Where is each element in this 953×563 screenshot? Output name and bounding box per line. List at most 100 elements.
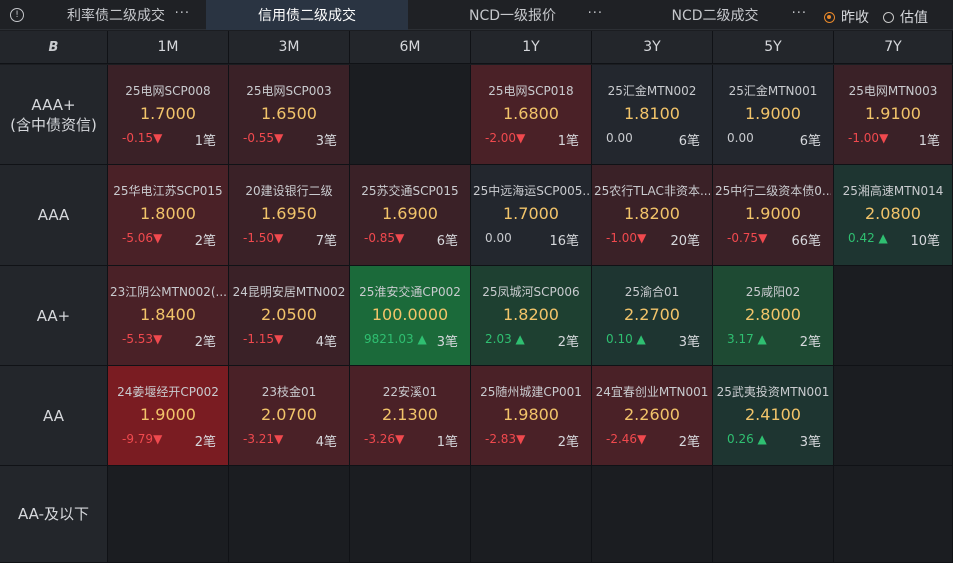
bond-yield: 1.6500: [261, 104, 317, 123]
bond-cell[interactable]: 25汇金MTN002 1.8100 0.00 6笔: [592, 65, 713, 165]
bond-cell[interactable]: 22安溪01 2.1300 -3.26▼ 1笔: [350, 366, 471, 466]
empty-cell: [713, 466, 834, 563]
yield-change: 0.00: [485, 231, 512, 245]
bond-cell[interactable]: 25中远海运SCP005... 1.7000 0.00 16笔: [471, 165, 592, 266]
bond-cell[interactable]: 25湘高速MTN014 2.0800 0.42 ▲ 10笔: [834, 165, 953, 266]
bond-cell[interactable]: 25淮安交通CP002 100.0000 9821.03 ▲ 3笔: [350, 266, 471, 366]
bond-cell[interactable]: 25电网SCP008 1.7000 -0.15▼ 1笔: [108, 65, 229, 165]
bond-cell[interactable]: 25电网MTN003 1.9100 -1.00▼ 1笔: [834, 65, 953, 165]
yield-change: -0.55▼: [243, 131, 283, 145]
bond-cell[interactable]: 24宜春创业MTN001 2.2600 -2.46▼ 2笔: [592, 366, 713, 466]
column-header-label: 3M: [278, 39, 300, 55]
yield-change: 0.10 ▲: [606, 332, 646, 346]
tab-bar: ! 利率债二级成交 ··· 信用债二级成交 NCD一级报价 ··· NCD二级成…: [0, 0, 953, 30]
tab-label: NCD一级报价: [468, 8, 557, 24]
column-header-1m[interactable]: 1M: [108, 31, 229, 64]
yield-change: 2.03 ▲: [485, 332, 525, 346]
bond-cell[interactable]: 25渝合01 2.2700 0.10 ▲ 3笔: [592, 266, 713, 366]
arrow-down-icon: ▼: [153, 432, 163, 446]
rating-label: AA: [43, 406, 64, 425]
bond-yield: 1.9800: [503, 405, 559, 424]
more-icon[interactable]: ···: [792, 6, 807, 21]
bond-name: 25农行TLAC非资本...: [594, 184, 710, 198]
bond-name: 23江阴公MTN002(...: [110, 285, 226, 299]
bond-yield: 2.2700: [624, 305, 680, 324]
yield-change: 0.00: [727, 131, 754, 145]
column-header-3m[interactable]: 3M: [229, 31, 350, 64]
yield-change: -5.06▼: [122, 231, 162, 245]
column-header-5y[interactable]: 5Y: [713, 31, 834, 64]
bond-cell[interactable]: 25咸阳02 2.8000 3.17 ▲ 2笔: [713, 266, 834, 366]
tab-rate-bond-secondary[interactable]: 利率债二级成交 ···: [28, 0, 204, 30]
more-icon[interactable]: ···: [588, 6, 603, 21]
bond-cell[interactable]: 25苏交通SCP015 1.6900 -0.85▼ 6笔: [350, 165, 471, 266]
bond-cell[interactable]: 24昆明安居MTN002 2.0500 -1.15▼ 4笔: [229, 266, 350, 366]
bond-name: 25渝合01: [624, 285, 680, 299]
bond-yield: 1.8200: [624, 204, 680, 223]
tab-ncd-secondary[interactable]: NCD二级成交 ···: [617, 0, 813, 30]
column-header-7y[interactable]: 7Y: [834, 31, 953, 64]
bond-name: 23枝金01: [261, 385, 317, 399]
bond-name: 25淮安交通CP002: [359, 285, 461, 299]
empty-cell: [834, 266, 953, 366]
bond-yield: 2.4100: [745, 405, 801, 424]
more-icon[interactable]: ···: [175, 6, 190, 21]
trade-count: 1笔: [557, 134, 579, 149]
bond-yield: 2.0500: [261, 305, 317, 324]
tab-ncd-primary-quote[interactable]: NCD一级报价 ···: [410, 0, 615, 30]
trade-count: 4笔: [315, 435, 337, 450]
bond-name: 25苏交通SCP015: [361, 184, 459, 198]
change-value: 3.17: [727, 332, 754, 346]
arrow-up-icon: ▲: [753, 332, 767, 346]
yield-change: -2.46▼: [606, 432, 646, 446]
column-header-6m[interactable]: 6M: [350, 31, 471, 64]
bond-cell[interactable]: 25农行TLAC非资本... 1.8200 -1.00▼ 20笔: [592, 165, 713, 266]
column-header-label: 3Y: [643, 39, 661, 55]
radio-valuation[interactable]: 估值: [883, 7, 928, 27]
bond-cell[interactable]: 25汇金MTN001 1.9000 0.00 6笔: [713, 65, 834, 165]
bond-cell[interactable]: 23江阴公MTN002(... 1.8400 -5.53▼ 2笔: [108, 266, 229, 366]
trade-count: 1笔: [918, 134, 940, 149]
arrow-down-icon: ▼: [274, 131, 284, 145]
bond-yield: 1.7000: [140, 104, 196, 123]
bond-cell[interactable]: 20建设银行二级 1.6950 -1.50▼ 7笔: [229, 165, 350, 266]
bond-cell[interactable]: 25华电江苏SCP015 1.8000 -5.06▼ 2笔: [108, 165, 229, 266]
bond-cell[interactable]: 25随州城建CP001 1.9800 -2.83▼ 2笔: [471, 366, 592, 466]
radio-label: 昨收: [841, 10, 869, 26]
change-value: 0.10: [606, 332, 633, 346]
column-header-label: 6M: [399, 39, 421, 55]
change-value: -1.15: [243, 332, 275, 346]
bond-name: 25随州城建CP001: [480, 385, 582, 399]
bond-cell[interactable]: 24姜堰经开CP002 1.9000 -9.79▼ 2笔: [108, 366, 229, 466]
info-icon[interactable]: !: [10, 8, 24, 22]
empty-cell: [350, 466, 471, 563]
bond-yield: 1.8200: [503, 305, 559, 324]
bond-cell[interactable]: 25中行二级资本债0... 1.9000 -0.75▼ 66笔: [713, 165, 834, 266]
trade-count: 10笔: [910, 234, 940, 249]
trade-count: 3笔: [315, 134, 337, 149]
empty-cell: [350, 65, 471, 165]
trade-count: 7笔: [315, 234, 337, 249]
radio-unchecked-icon[interactable]: [883, 11, 894, 23]
bond-yield: 1.9000: [745, 104, 801, 123]
radio-prev-close[interactable]: 昨收: [824, 7, 869, 27]
bond-cell[interactable]: 25凤城河SCP006 1.8200 2.03 ▲ 2笔: [471, 266, 592, 366]
column-header-1y[interactable]: 1Y: [471, 31, 592, 64]
tab-credit-bond-secondary[interactable]: 信用债二级成交: [206, 0, 408, 30]
bond-cell[interactable]: 25电网SCP003 1.6500 -0.55▼ 3笔: [229, 65, 350, 165]
bond-cell[interactable]: 25电网SCP018 1.6800 -2.00▼ 1笔: [471, 65, 592, 165]
empty-cell: [108, 466, 229, 563]
column-header-label: 5Y: [764, 39, 782, 55]
bond-name: 25中行二级资本债0...: [715, 184, 831, 198]
trade-count: 3笔: [678, 335, 700, 350]
change-value: -1.00: [606, 231, 638, 245]
bond-cell[interactable]: 25武夷投资MTN001 2.4100 0.26 ▲ 3笔: [713, 366, 834, 466]
bond-cell[interactable]: 23枝金01 2.0700 -3.21▼ 4笔: [229, 366, 350, 466]
column-header-3y[interactable]: 3Y: [592, 31, 713, 64]
rating-row-label: AAA: [0, 165, 108, 266]
bond-name: 25华电江苏SCP015: [113, 184, 223, 198]
trade-count: 2笔: [678, 435, 700, 450]
rating-row-label: AAA+ (含中债资信): [0, 65, 108, 165]
radio-checked-icon[interactable]: [824, 11, 835, 23]
rating-label: AAA: [37, 206, 70, 224]
